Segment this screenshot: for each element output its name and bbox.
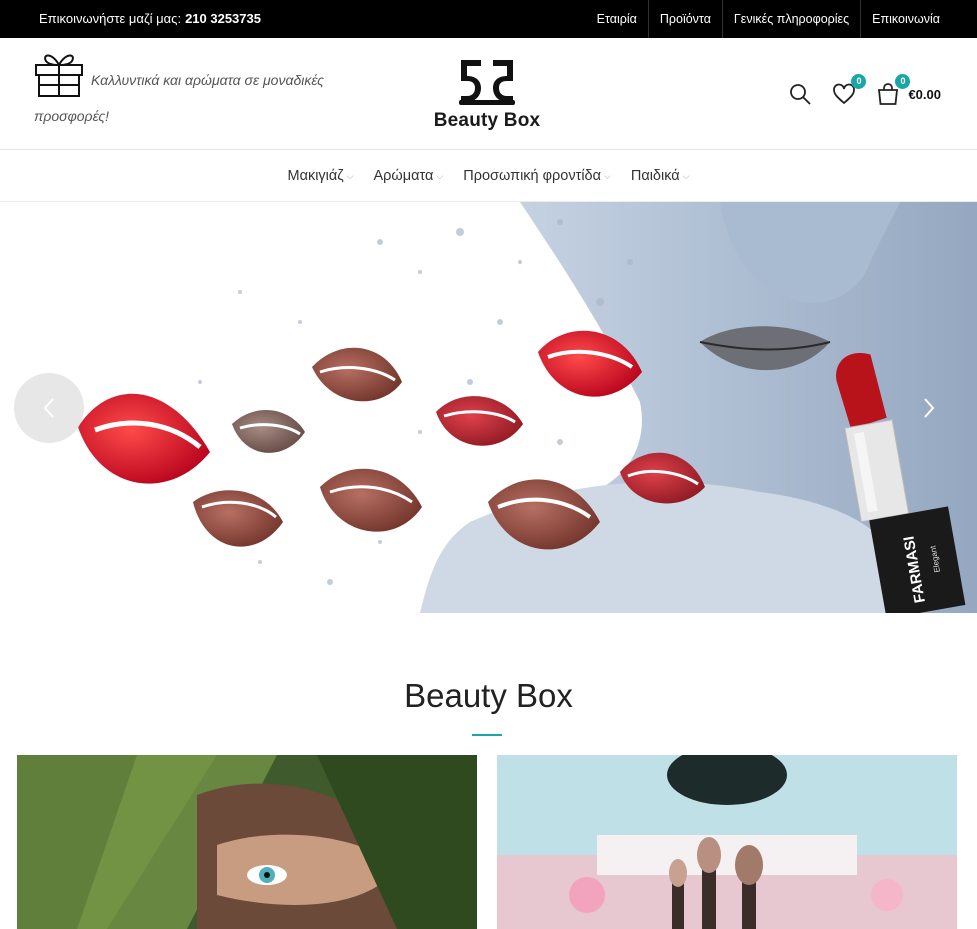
nav-item-fragrances[interactable]: Αρώματα ⌵ (374, 168, 444, 184)
phone-number[interactable]: 210 3253735 (185, 11, 261, 26)
main-nav: Μακιγιάζ ⌵ Αρώματα ⌵ Προσωπική φροντίδα ⌵ Π… (0, 151, 977, 202)
chevron-down-icon: ⌵ (436, 170, 444, 181)
category-card-face[interactable] (17, 755, 477, 929)
top-link-company[interactable]: Εταιρία (586, 0, 648, 38)
top-link-general-info[interactable]: Γενικές πληροφορίες (721, 0, 860, 38)
cart-button[interactable]: 0 (876, 74, 911, 106)
contact-label: Επικοινωνήστε μαζί μας: (39, 11, 182, 26)
contact-info: Επικοινωνήστε μαζί μας: 210 3253735 (39, 11, 261, 26)
hero-slider[interactable]: FARMASI Elegant (0, 202, 977, 613)
logo-text: Beauty Box (433, 110, 541, 131)
section-divider (472, 734, 502, 736)
top-link-contact[interactable]: Επικοινωνία (860, 0, 951, 38)
search-icon[interactable] (788, 82, 812, 106)
nav-item-makeup[interactable]: Μακιγιάζ ⌵ (287, 168, 353, 184)
hero-image: FARMASI Elegant (78, 202, 977, 613)
nav-item-personal-care[interactable]: Προσωπική φροντίδα ⌵ (463, 168, 611, 184)
card-image (17, 755, 477, 929)
nav-item-label: Μακιγιάζ (287, 168, 344, 184)
wishlist-button[interactable]: 0 (832, 74, 867, 106)
cart-total[interactable]: €0.00 (908, 87, 941, 102)
nav-item-label: Προσωπική φροντίδα (463, 168, 602, 184)
wishlist-count-badge: 0 (851, 74, 867, 89)
header-icons: 0 0 €0.00 (768, 74, 941, 110)
chevron-left-icon (43, 398, 54, 418)
chevron-down-icon: ⌵ (604, 170, 611, 181)
top-link-products[interactable]: Προϊόντα (647, 0, 722, 38)
top-links: Εταιρία Προϊόντα Γενικές πληροφορίες Επι… (586, 0, 951, 38)
site-logo[interactable]: Beauty Box (431, 56, 543, 134)
nav-item-kids[interactable]: Παιδικά ⌵ (631, 168, 690, 184)
nav-item-label: Αρώματα (373, 168, 434, 184)
card-image (497, 755, 957, 929)
top-bar: Επικοινωνήστε μαζί μας: 210 3253735 Εταιρ… (0, 0, 977, 38)
chevron-right-icon (924, 398, 935, 418)
chevron-down-icon: ⌵ (682, 170, 690, 181)
category-card-makeup[interactable] (497, 755, 957, 929)
slider-prev-button[interactable] (14, 373, 84, 443)
header-tagline: Καλλυντικά και αρώματα σε μοναδικές προσ… (34, 72, 324, 124)
nav-item-label: Παιδικά (630, 168, 680, 184)
chevron-down-icon: ⌵ (346, 170, 354, 181)
site-header: Καλλυντικά και αρώματα σε μοναδικές προσ… (0, 38, 977, 150)
section-title: Beauty Box (404, 677, 573, 714)
slider-next-button[interactable] (911, 390, 947, 426)
